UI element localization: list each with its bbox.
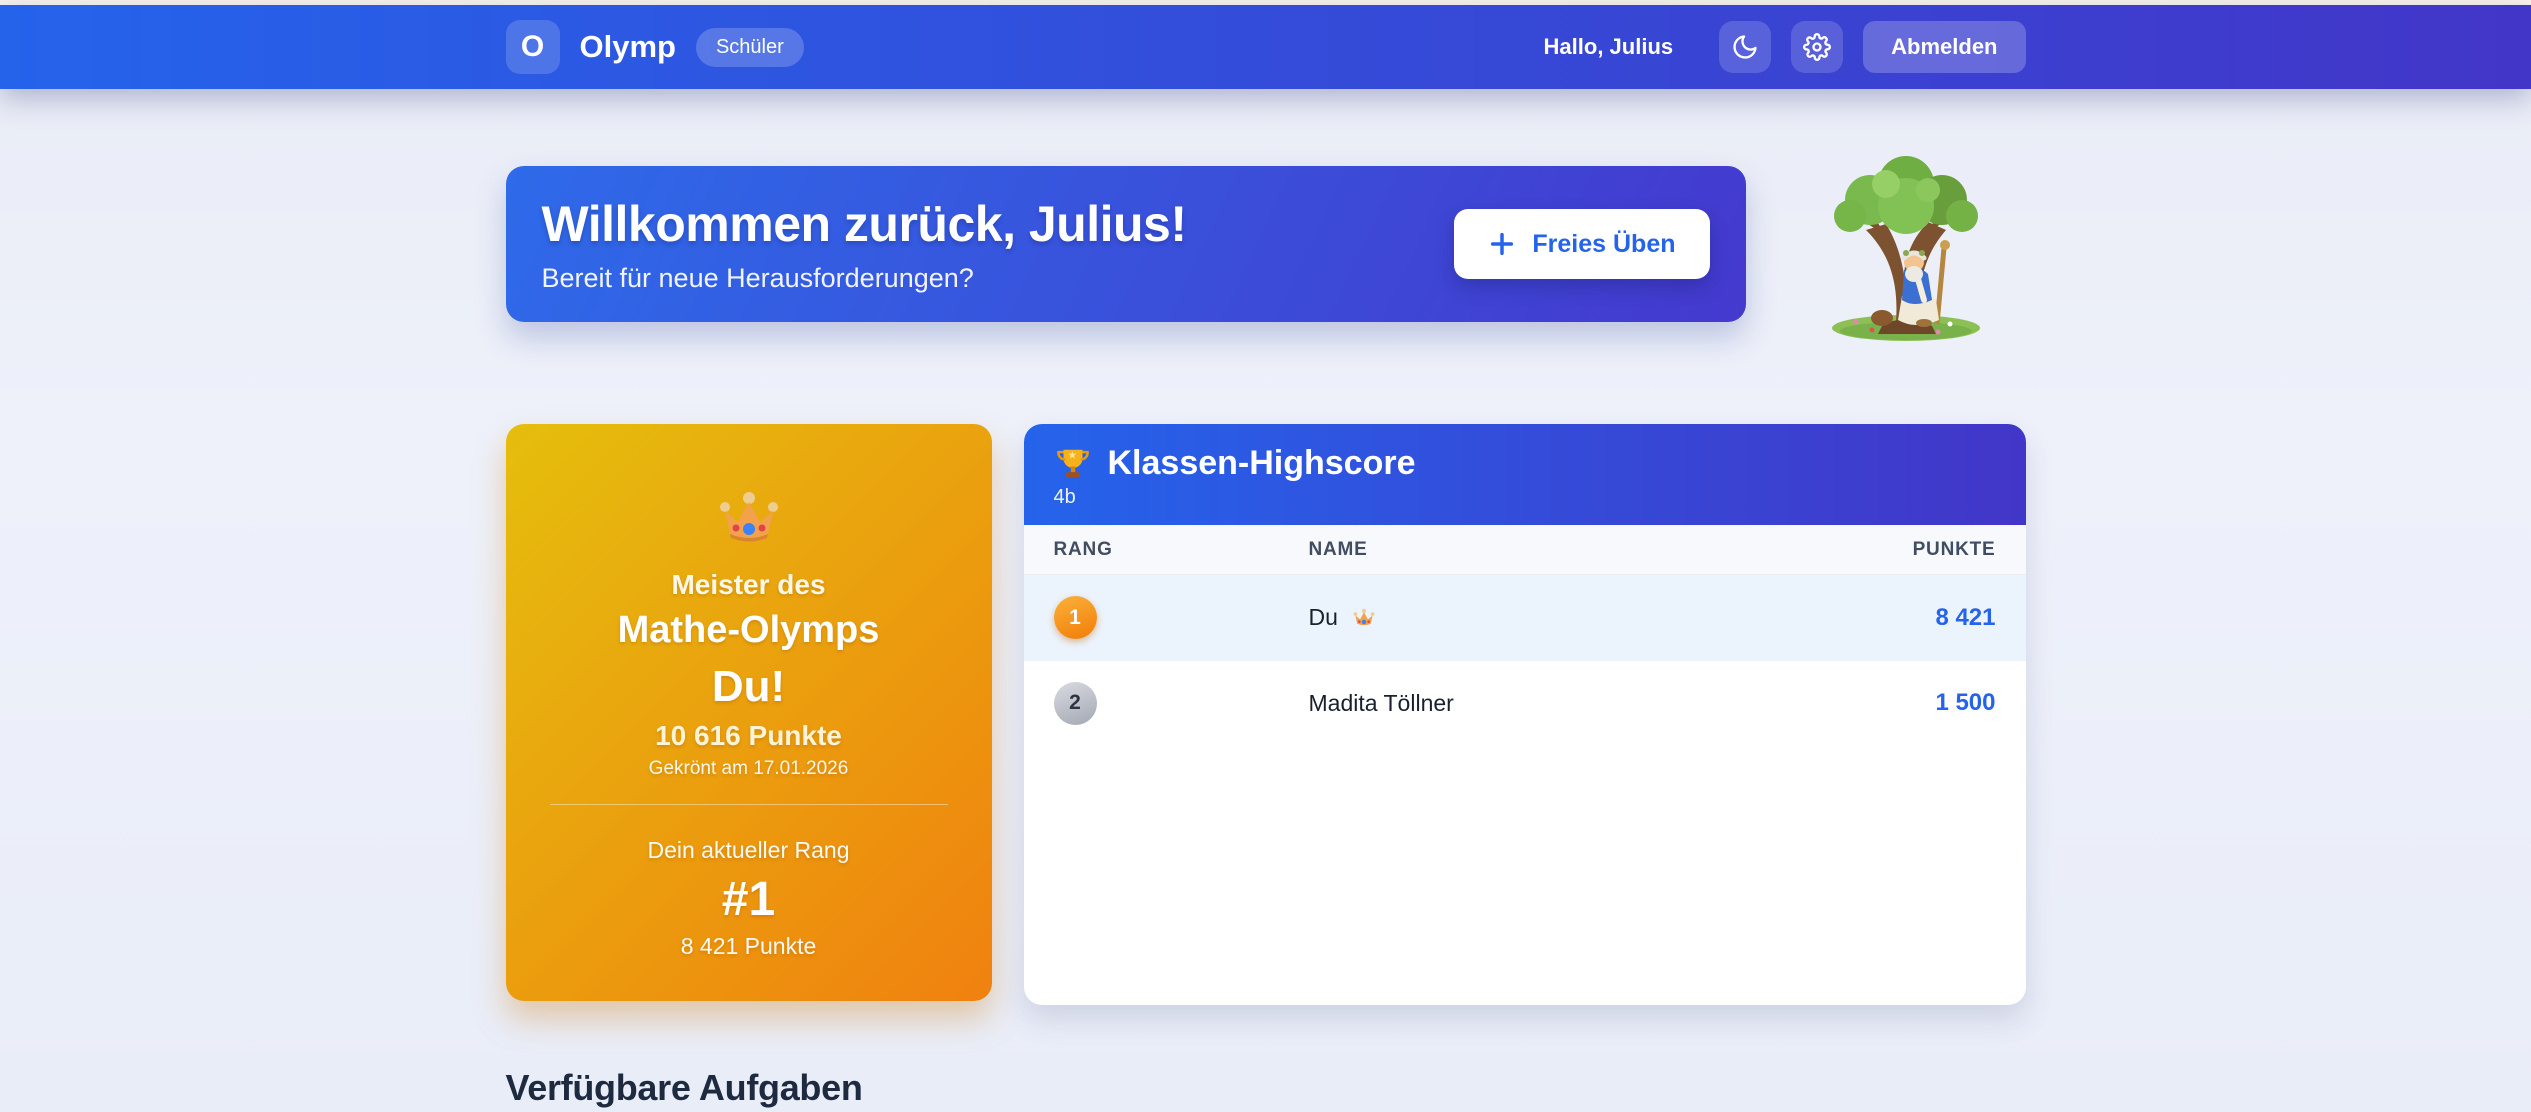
- rank-badge: 2: [1054, 682, 1097, 725]
- dark-mode-toggle-button[interactable]: [1719, 21, 1771, 73]
- app-header: O Olymp Schüler Hallo, Julius Abmelden: [0, 5, 2531, 89]
- crown-icon: [1352, 608, 1376, 628]
- player-name: Madita Töllner: [1309, 690, 1454, 717]
- welcome-section: Willkommen zurück, Julius! Bereit für ne…: [506, 166, 2026, 342]
- current-rank-value: #1: [506, 872, 992, 927]
- highscore-column-headers: RANG NAME PUNKTE: [1024, 525, 2026, 575]
- available-tasks-heading: Verfügbare Aufgaben: [506, 1067, 2026, 1109]
- current-rank-points: 8 421 Punkte: [506, 933, 992, 960]
- player-points: 8 421: [1816, 604, 1996, 632]
- free-practice-button[interactable]: Freies Üben: [1454, 209, 1709, 279]
- divider: [550, 804, 948, 805]
- app-logo-letter: O: [521, 30, 544, 64]
- highscore-header: Klassen-Highscore 4b: [1024, 424, 2026, 525]
- moon-icon: [1731, 33, 1759, 61]
- welcome-subtitle: Bereit für neue Herausforderungen?: [542, 263, 1455, 294]
- column-header-name: NAME: [1309, 539, 1816, 561]
- user-greeting: Hallo, Julius: [1544, 34, 1674, 60]
- welcome-title: Willkommen zurück, Julius!: [542, 195, 1455, 253]
- champion-crowned-date: Gekrönt am 17.01.2026: [506, 758, 992, 780]
- highscore-card: Klassen-Highscore 4b RANG NAME PUNKTE 1 …: [1024, 424, 2026, 1005]
- player-points: 1 500: [1816, 689, 1996, 717]
- champion-card-line2: Mathe-Olymps: [506, 609, 992, 652]
- column-header-points: PUNKTE: [1816, 539, 1996, 561]
- highscore-title: Klassen-Highscore: [1108, 444, 1416, 483]
- zeus-under-tree-illustration: [1826, 150, 1986, 342]
- player-name: Du: [1309, 604, 1338, 631]
- plus-icon: [1488, 230, 1516, 258]
- free-practice-label: Freies Üben: [1532, 230, 1675, 259]
- role-badge: Schüler: [696, 28, 804, 67]
- highscore-class-name: 4b: [1054, 486, 1996, 509]
- welcome-banner: Willkommen zurück, Julius! Bereit für ne…: [506, 166, 1746, 322]
- champion-card: Meister des Mathe-Olymps Du! 10 616 Punk…: [506, 424, 992, 1001]
- logout-button[interactable]: Abmelden: [1863, 21, 2025, 73]
- trophy-icon: [1054, 445, 1092, 483]
- settings-button[interactable]: [1791, 21, 1843, 73]
- champion-points: 10 616 Punkte: [506, 712, 992, 752]
- crown-icon: [714, 490, 784, 546]
- rank-badge: 1: [1054, 596, 1097, 639]
- table-row: 1 Du 8 421: [1024, 575, 2026, 660]
- champion-card-line3: Du!: [506, 662, 992, 712]
- table-row: 2 Madita Töllner 1 500: [1024, 660, 2026, 745]
- champion-card-line1: Meister des: [506, 569, 992, 601]
- current-rank-label: Dein aktueller Rang: [506, 837, 992, 864]
- gear-icon: [1803, 33, 1831, 61]
- column-header-rank: RANG: [1054, 539, 1309, 561]
- app-title: Olymp: [580, 29, 676, 65]
- app-logo[interactable]: O: [506, 20, 560, 74]
